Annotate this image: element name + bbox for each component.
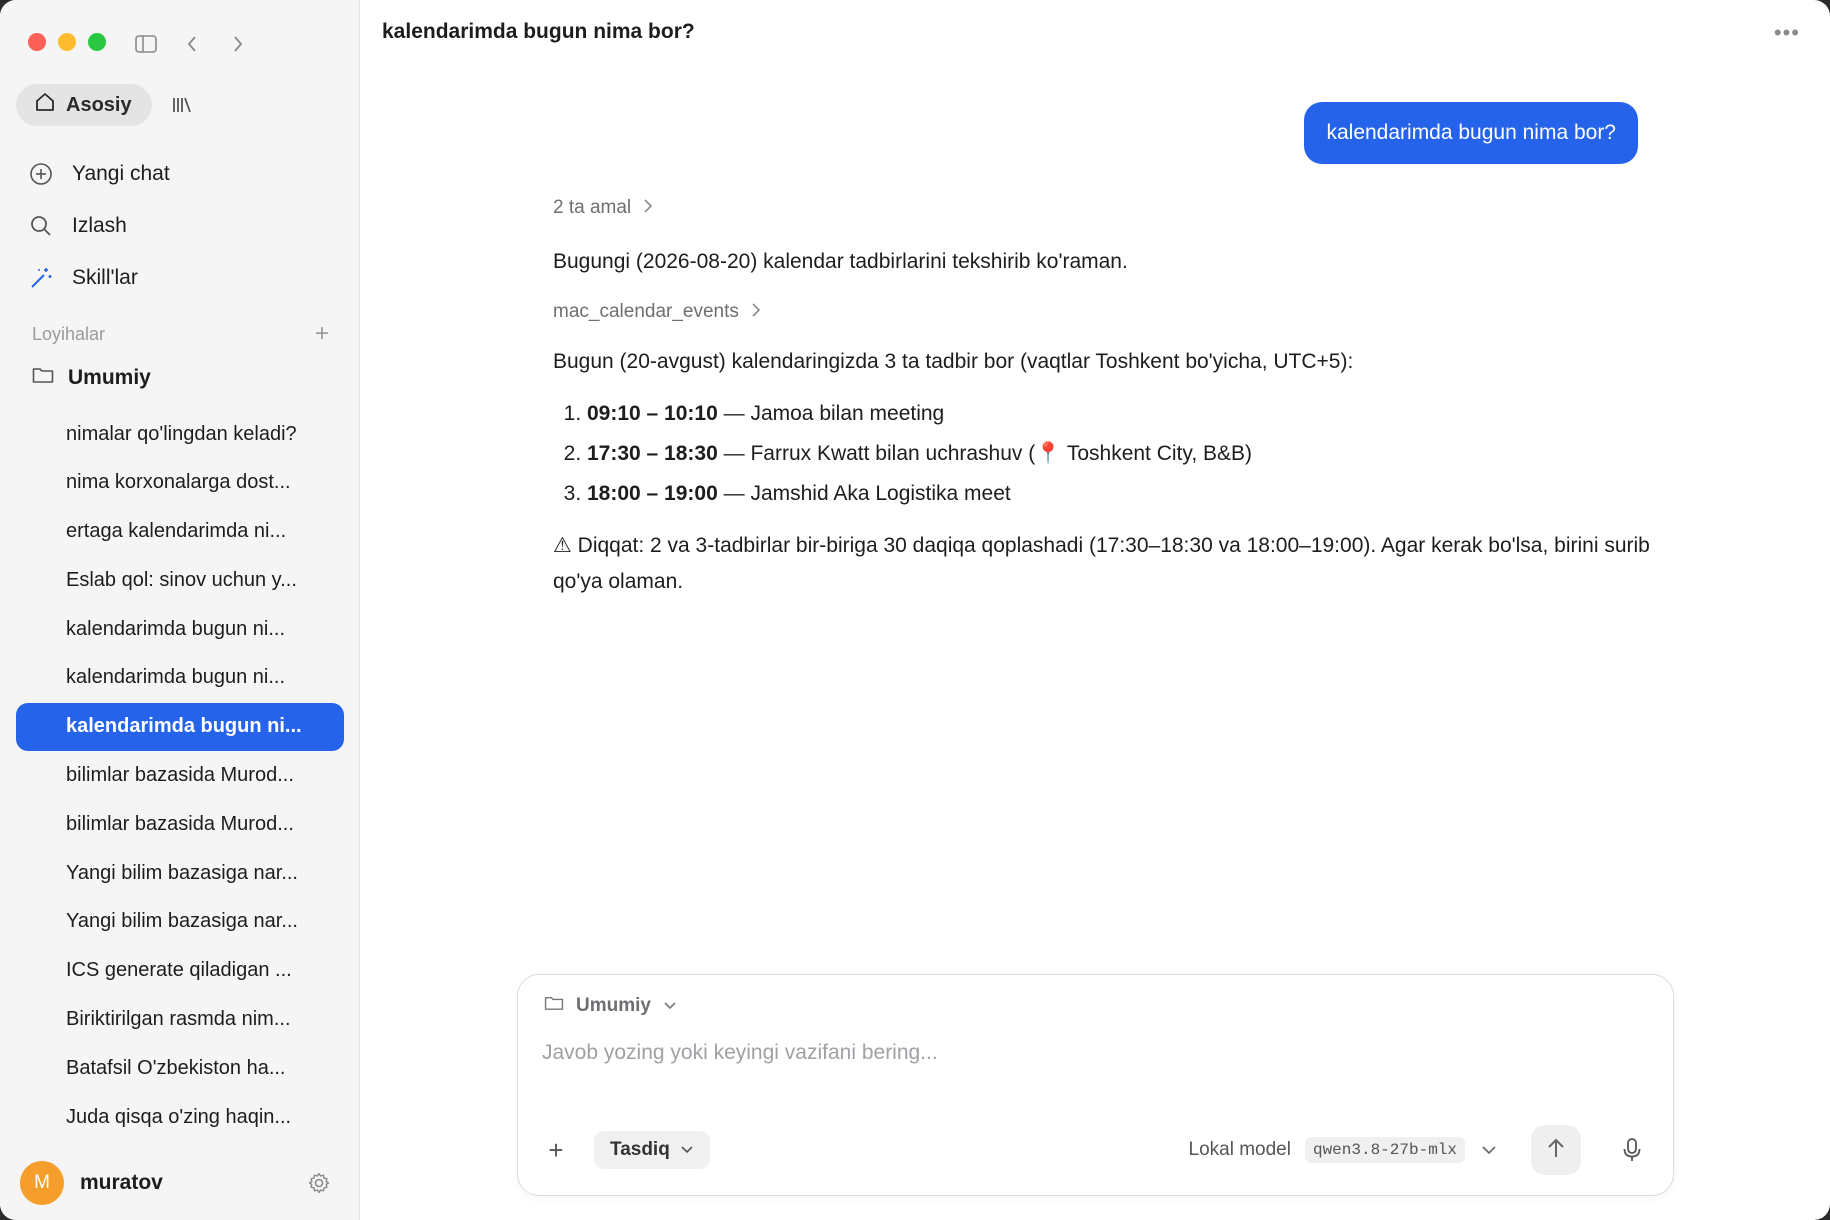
chat-list-item[interactable]: Biriktirilgan rasmda nim... xyxy=(16,996,344,1044)
chat-list: nimalar qo'lingdan keladi? nima korxonala… xyxy=(16,410,344,1142)
mode-selector[interactable]: Tasdiq xyxy=(594,1131,710,1169)
magic-wand-icon xyxy=(28,265,54,291)
composer-right-tools: Lokal model qwen3.8-27b-mlx xyxy=(1189,1125,1647,1175)
event-item: 09:10 – 10:10 — Jamoa bilan meeting xyxy=(587,396,1653,432)
toolbar-icons xyxy=(134,32,250,56)
projects-label: Loyihalar xyxy=(32,323,106,344)
chat-list-item[interactable]: Batafsil O'zbekiston ha... xyxy=(16,1044,344,1092)
sidebar-toggle-icon[interactable] xyxy=(134,32,158,56)
actions-label: 2 ta amal xyxy=(553,197,632,218)
message-input[interactable] xyxy=(542,1033,1642,1073)
app-window: Asosiy Yangi chat Izlash Skill'lar Loyih… xyxy=(0,0,1830,1220)
tool-name: mac_calendar_events xyxy=(553,301,739,322)
actions-toggle[interactable]: 2 ta amal xyxy=(553,192,1653,224)
tool-call-toggle[interactable]: mac_calendar_events xyxy=(553,296,1653,328)
composer-folder-selector[interactable]: Umumiy xyxy=(544,995,677,1017)
event-text: — Jamshid Aka Logistika meet xyxy=(717,482,1011,505)
username: muratov xyxy=(80,1171,163,1194)
folder-label: Umumiy xyxy=(68,366,151,389)
assistant-summary: Bugun (20-avgust) kalendaringizda 3 ta t… xyxy=(553,350,1354,373)
chevron-down-icon xyxy=(680,1139,694,1161)
page-title: kalendarimda bugun nima bor? xyxy=(382,20,695,43)
chat-list-item[interactable]: ertaga kalendarimda ni... xyxy=(16,508,344,556)
library-icon[interactable] xyxy=(166,89,198,121)
event-item: 18:00 – 19:00 — Jamshid Aka Logistika me… xyxy=(587,476,1653,512)
user-profile: M muratov xyxy=(20,1160,333,1206)
chat-list-item[interactable]: Juda qisqa o'zing haqin... xyxy=(16,1093,344,1141)
send-button[interactable] xyxy=(1531,1125,1581,1175)
plus-circle-icon xyxy=(28,161,54,187)
sidebar: Asosiy Yangi chat Izlash Skill'lar Loyih… xyxy=(0,0,360,1220)
folder-umumiy[interactable]: Umumiy xyxy=(32,366,151,390)
mode-label: Tasdiq xyxy=(610,1139,670,1160)
chevron-right-icon xyxy=(751,302,761,323)
chat-list-item[interactable]: bilimlar bazasida Murod... xyxy=(16,752,344,800)
sidebar-tabs: Asosiy xyxy=(16,84,198,126)
model-chevron-down-icon[interactable] xyxy=(1479,1145,1499,1155)
zoom-window-button[interactable] xyxy=(88,33,106,51)
projects-header: Loyihalar + xyxy=(32,322,329,346)
composer-folder-label: Umumiy xyxy=(576,995,651,1016)
chat-list-item[interactable]: nima korxonalarga dost... xyxy=(16,459,344,507)
chat-list-item[interactable]: kalendarimda bugun ni... xyxy=(16,702,344,751)
assistant-intro: Bugungi (2026-08-20) kalendar tadbirlari… xyxy=(553,250,1128,273)
add-project-icon[interactable]: + xyxy=(315,322,329,346)
search-label: Izlash xyxy=(72,214,127,237)
event-text: — Farrux Kwatt bilan uchrashuv (📍 Toshke… xyxy=(717,442,1253,465)
overlap-warning: ⚠ Diqqat: 2 va 3-tadbirlar bir-biriga 30… xyxy=(553,534,1650,593)
search-button[interactable]: Izlash xyxy=(28,200,339,252)
back-chevron-icon[interactable] xyxy=(180,32,204,56)
forward-chevron-icon[interactable] xyxy=(226,32,250,56)
tab-home[interactable]: Asosiy xyxy=(16,84,152,126)
new-chat-label: Yangi chat xyxy=(72,162,170,185)
event-time: 09:10 – 10:10 xyxy=(587,402,718,425)
tab-home-label: Asosiy xyxy=(66,93,132,116)
event-time: 18:00 – 19:00 xyxy=(587,482,718,505)
arrow-up-icon xyxy=(1546,1137,1566,1164)
folder-icon xyxy=(32,366,54,390)
chevron-right-icon xyxy=(643,198,653,219)
main-area: kalendarimda bugun nima bor? ••• kalenda… xyxy=(360,0,1830,1220)
composer-toolbar: + Tasdiq Lokal model qwen3.8-27b-mlx xyxy=(544,1125,1647,1175)
user-message-bubble: kalendarimda bugun nima bor? xyxy=(1304,102,1638,164)
close-window-button[interactable] xyxy=(28,33,46,51)
attach-plus-icon[interactable]: + xyxy=(544,1135,568,1166)
event-text: — Jamoa bilan meeting xyxy=(717,402,945,425)
home-icon xyxy=(34,91,56,119)
user-info[interactable]: M muratov xyxy=(20,1161,163,1205)
search-icon xyxy=(28,213,54,239)
chat-list-item[interactable]: kalendarimda bugun ni... xyxy=(16,605,344,653)
events-list: 09:10 – 10:10 — Jamoa bilan meeting 17:30… xyxy=(553,396,1653,512)
chevron-down-icon xyxy=(663,995,677,1017)
chat-list-item[interactable]: Yangi bilim bazasiga nar... xyxy=(16,849,344,897)
assistant-message: 2 ta amal Bugungi (2026-08-20) kalendar … xyxy=(553,192,1653,600)
composer: Umumiy + Tasdiq Lokal model xyxy=(517,974,1674,1196)
window-controls xyxy=(28,33,106,51)
microphone-icon[interactable] xyxy=(1617,1135,1647,1165)
chat-list-item[interactable]: ICS generate qiladigan ... xyxy=(16,947,344,995)
new-chat-button[interactable]: Yangi chat xyxy=(28,148,339,200)
skills-button[interactable]: Skill'lar xyxy=(28,252,339,304)
chat-list-item[interactable]: Yangi bilim bazasiga nar... xyxy=(16,898,344,946)
event-item: 17:30 – 18:30 — Farrux Kwatt bilan uchra… xyxy=(587,436,1653,472)
chat-list-item[interactable]: bilimlar bazasida Murod... xyxy=(16,800,344,848)
model-label: Lokal model xyxy=(1188,1139,1291,1160)
chat-list-item[interactable]: Eslab qol: sinov uchun y... xyxy=(16,556,344,604)
model-code: qwen3.8-27b-mlx xyxy=(1304,1137,1465,1163)
gear-icon[interactable] xyxy=(305,1169,333,1197)
minimize-window-button[interactable] xyxy=(58,33,76,51)
more-options-icon[interactable]: ••• xyxy=(1774,20,1800,46)
avatar: M xyxy=(20,1161,64,1205)
event-time: 17:30 – 18:30 xyxy=(587,442,718,465)
composer-left-tools: + Tasdiq xyxy=(544,1131,710,1169)
folder-icon xyxy=(544,995,564,1017)
skills-label: Skill'lar xyxy=(72,266,138,289)
sidebar-nav: Yangi chat Izlash Skill'lar xyxy=(28,148,339,304)
chat-list-item[interactable]: kalendarimda bugun ni... xyxy=(16,654,344,702)
chat-list-item[interactable]: nimalar qo'lingdan keladi? xyxy=(16,410,344,458)
